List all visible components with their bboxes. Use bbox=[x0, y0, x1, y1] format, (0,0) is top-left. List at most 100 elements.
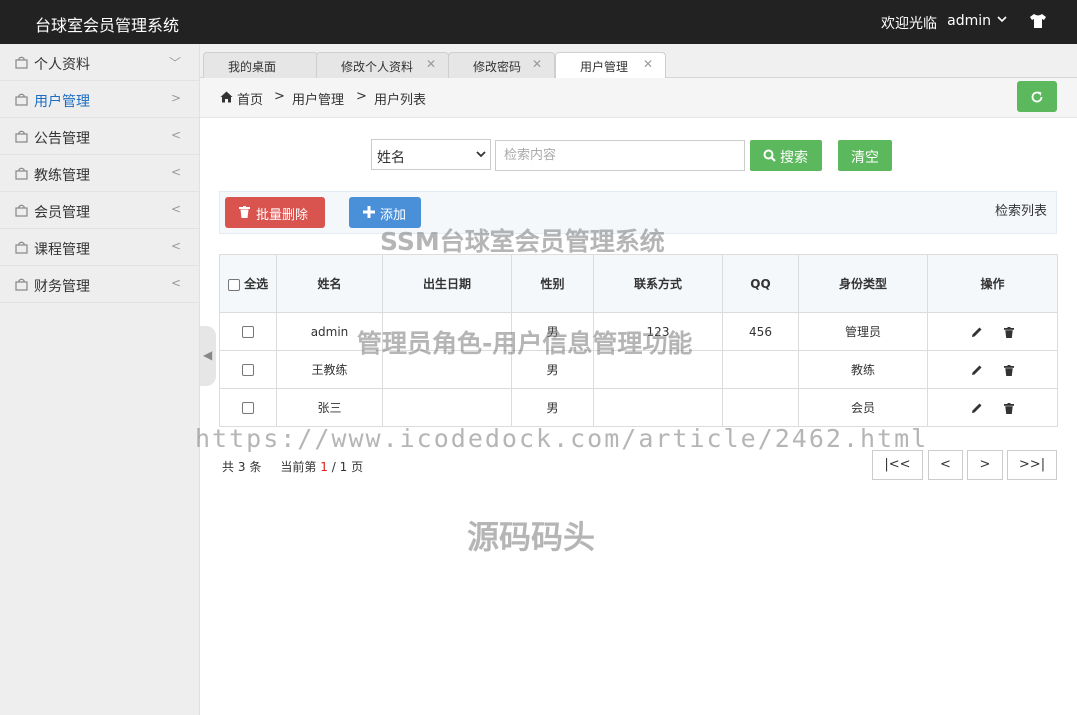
search-field-select[interactable]: 姓名 bbox=[371, 139, 491, 170]
breadcrumb-separator: > bbox=[356, 89, 367, 104]
breadcrumb-level1[interactable]: 用户管理 bbox=[292, 89, 344, 108]
close-icon[interactable]: ✕ bbox=[643, 57, 653, 71]
current-prefix: 当前第 bbox=[280, 460, 317, 474]
close-icon[interactable]: ✕ bbox=[532, 57, 542, 71]
first-page-label: |<< bbox=[884, 457, 911, 472]
tab-label: 我的桌面 bbox=[228, 60, 277, 74]
page-slash: / bbox=[331, 460, 336, 474]
search-input[interactable] bbox=[495, 140, 745, 171]
total-count: 3 bbox=[237, 460, 246, 474]
first-page-button[interactable]: |<< bbox=[872, 450, 923, 480]
sidebar-item-courses[interactable]: 课程管理 < bbox=[0, 229, 199, 266]
tab-bar: 我的桌面 修改个人资料 ✕ 修改密码 ✕ 用户管理 ✕ bbox=[200, 44, 1077, 79]
cell-type: 管理员 bbox=[798, 312, 928, 351]
list-title: 检索列表 bbox=[995, 204, 1048, 219]
last-page-button[interactable]: >>| bbox=[1007, 450, 1057, 480]
close-icon[interactable]: ✕ bbox=[426, 57, 436, 71]
cell-actions bbox=[927, 312, 1058, 351]
trash-icon[interactable] bbox=[1004, 326, 1015, 338]
chevron-down-icon[interactable] bbox=[997, 14, 1007, 24]
last-page-label: >>| bbox=[1018, 457, 1046, 472]
select-all-checkbox[interactable] bbox=[227, 278, 240, 291]
tab-user-management[interactable]: 用户管理 ✕ bbox=[555, 52, 666, 79]
column-header: 姓名 bbox=[276, 254, 383, 313]
chevron-down-icon bbox=[476, 151, 486, 158]
cell-type: 会员 bbox=[798, 388, 928, 427]
refresh-button[interactable] bbox=[1017, 81, 1057, 112]
sidebar-item-announcements[interactable]: 公告管理 < bbox=[0, 118, 199, 155]
bag-icon bbox=[15, 130, 28, 143]
bag-icon bbox=[15, 93, 28, 106]
row-checkbox[interactable] bbox=[242, 364, 254, 376]
sidebar-item-users[interactable]: 用户管理 > bbox=[0, 81, 199, 118]
sidebar-item-coaches[interactable]: 教练管理 < bbox=[0, 155, 199, 192]
column-header: QQ bbox=[722, 254, 799, 313]
sidebar-item-finance[interactable]: 财务管理 < bbox=[0, 266, 199, 303]
welcome-text: 欢迎光临 bbox=[881, 16, 937, 32]
pencil-icon[interactable] bbox=[971, 364, 983, 376]
cell-qq: 456 bbox=[722, 312, 799, 351]
row-checkbox[interactable] bbox=[242, 326, 254, 338]
clear-button-label: 清空 bbox=[851, 150, 879, 166]
tab-edit-profile[interactable]: 修改个人资料 ✕ bbox=[316, 52, 449, 78]
bag-icon bbox=[15, 278, 28, 291]
tab-label: 修改密码 bbox=[473, 60, 522, 74]
trash-icon bbox=[239, 206, 250, 218]
tab-desktop[interactable]: 我的桌面 bbox=[203, 52, 318, 78]
sidebar-collapse-toggle[interactable]: ◀ bbox=[200, 326, 216, 386]
sidebar-item-label: 课程管理 bbox=[34, 242, 90, 258]
search-button-label: 搜索 bbox=[780, 150, 808, 166]
column-header: 联系方式 bbox=[593, 254, 723, 313]
table-row: 张三 男 会员 bbox=[219, 388, 1058, 427]
search-icon bbox=[763, 149, 776, 162]
cell-actions bbox=[927, 388, 1058, 427]
tab-label: 修改个人资料 bbox=[341, 60, 414, 74]
chevron-left-icon: < bbox=[170, 128, 181, 142]
column-header: 性别 bbox=[511, 254, 594, 313]
sidebar-item-members[interactable]: 会员管理 < bbox=[0, 192, 199, 229]
sidebar-item-label: 会员管理 bbox=[34, 205, 90, 221]
row-checkbox[interactable] bbox=[242, 402, 254, 414]
user-menu[interactable]: admin bbox=[947, 13, 991, 29]
tshirt-icon[interactable] bbox=[1029, 13, 1047, 29]
watermark-title: SSM台球室会员管理系统 bbox=[380, 227, 665, 256]
total-pages: 1 bbox=[339, 460, 348, 474]
breadcrumb-level2: 用户列表 bbox=[374, 93, 427, 108]
sidebar-item-profile[interactable]: 个人资料 ﹀ bbox=[0, 44, 199, 81]
select-all-header[interactable]: 全选 bbox=[219, 254, 277, 313]
trash-icon[interactable] bbox=[1004, 402, 1015, 414]
cell-qq bbox=[722, 350, 799, 389]
breadcrumb: 首页 > 用户管理 > 用户列表 bbox=[200, 78, 1077, 118]
table-header-row: 全选 姓名 出生日期 性别 联系方式 QQ 身份类型 操作 bbox=[219, 254, 1058, 313]
total-suffix: 条 bbox=[249, 460, 262, 474]
pencil-icon[interactable] bbox=[971, 402, 983, 414]
next-page-button[interactable]: > bbox=[967, 450, 1003, 480]
breadcrumb-separator: > bbox=[274, 89, 285, 104]
prev-page-button[interactable]: < bbox=[928, 450, 963, 480]
next-page-label: > bbox=[979, 457, 991, 472]
bag-icon bbox=[15, 241, 28, 254]
pencil-icon[interactable] bbox=[971, 326, 983, 338]
chevron-left-icon: < bbox=[170, 239, 181, 253]
prev-page-label: < bbox=[940, 457, 951, 472]
select-value: 姓名 bbox=[377, 150, 405, 166]
clear-button[interactable]: 清空 bbox=[838, 140, 892, 171]
column-header: 出生日期 bbox=[382, 254, 512, 313]
sidebar: 个人资料 ﹀ 用户管理 > 公告管理 < 教练管理 < 会员管理 < 课程管理 … bbox=[0, 44, 200, 715]
plus-icon bbox=[363, 206, 375, 218]
sidebar-item-label: 财务管理 bbox=[34, 279, 90, 295]
tab-change-password[interactable]: 修改密码 ✕ bbox=[448, 52, 555, 78]
select-all-label: 全选 bbox=[244, 277, 269, 291]
sidebar-item-label: 用户管理 bbox=[34, 94, 90, 110]
caret-left-icon: ◀ bbox=[203, 348, 213, 362]
search-button[interactable]: 搜索 bbox=[750, 140, 822, 171]
sidebar-item-label: 教练管理 bbox=[34, 168, 90, 184]
cell-gender: 男 bbox=[511, 388, 594, 427]
batch-delete-button[interactable]: 批量删除 bbox=[225, 197, 325, 228]
cell-type: 教练 bbox=[798, 350, 928, 389]
add-button-label: 添加 bbox=[380, 208, 407, 223]
breadcrumb-home[interactable]: 首页 bbox=[237, 89, 263, 108]
trash-icon[interactable] bbox=[1004, 364, 1015, 376]
cell-contact bbox=[593, 388, 723, 427]
cell-qq bbox=[722, 388, 799, 427]
